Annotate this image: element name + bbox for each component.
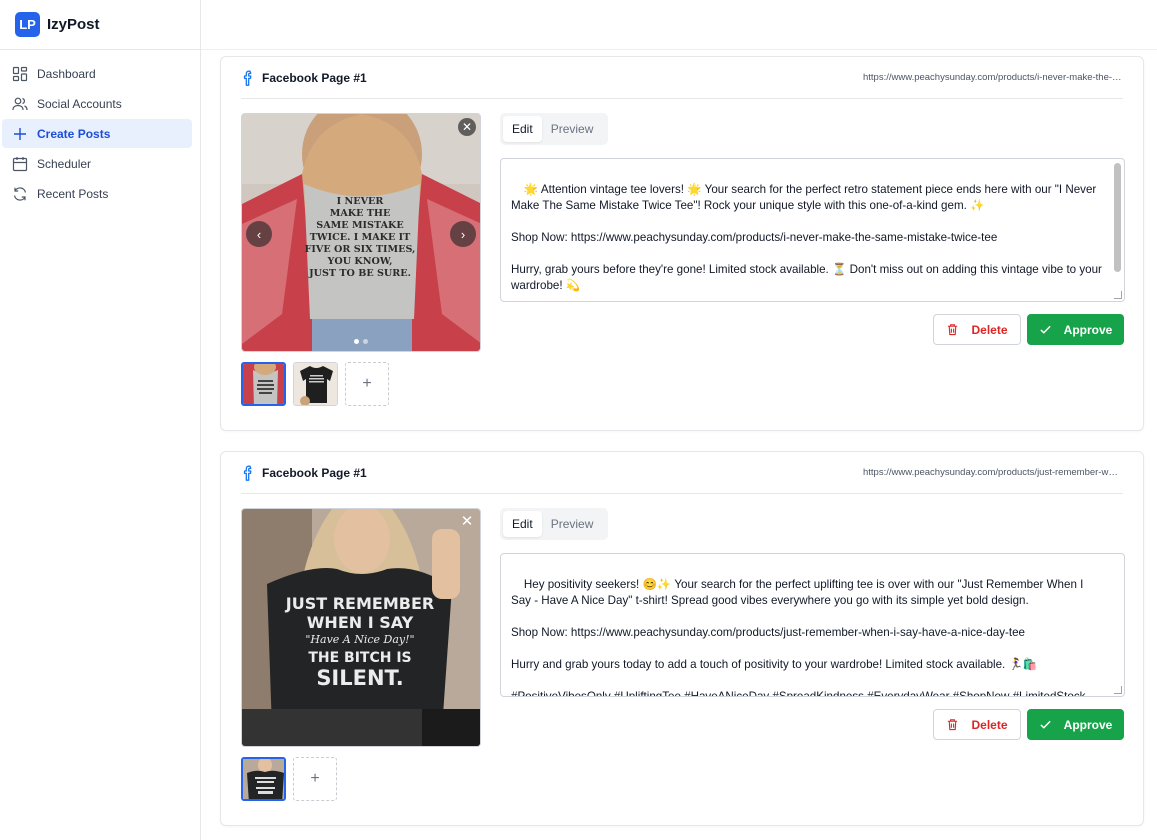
svg-text:FIVE OR SIX TIMES,: FIVE OR SIX TIMES,	[305, 244, 416, 255]
product-photo-grey-tee: I NEVER MAKE THE SAME MISTAKE TWICE. I M…	[242, 114, 480, 351]
users-icon	[12, 97, 28, 110]
post-main-image: I NEVER MAKE THE SAME MISTAKE TWICE. I M…	[241, 113, 481, 352]
check-icon	[1040, 720, 1051, 729]
product-url[interactable]: https://www.peachysunday.com/products/i-…	[863, 72, 1123, 83]
sidebar-item-label: Social Accounts	[37, 96, 122, 111]
post-card: Facebook Page #1 https://www.peachysunda…	[220, 451, 1144, 826]
svg-text:SAME MISTAKE: SAME MISTAKE	[316, 220, 403, 231]
sidebar-item-scheduler[interactable]: Scheduler	[2, 149, 192, 178]
dashboard-icon	[12, 66, 28, 81]
svg-text:I NEVER: I NEVER	[337, 196, 385, 207]
edit-preview-tabs: Edit Preview	[500, 113, 608, 145]
calendar-icon	[12, 156, 28, 171]
delete-button[interactable]: Delete	[933, 314, 1021, 345]
svg-text:MAKE THE: MAKE THE	[330, 208, 391, 219]
sidebar-item-recent-posts[interactable]: Recent Posts	[2, 179, 192, 208]
sidebar-item-label: Create Posts	[37, 126, 111, 141]
approve-label: Approve	[1063, 322, 1113, 337]
resize-handle[interactable]	[1114, 686, 1122, 694]
sidebar-nav: Dashboard Social Accounts Create Posts S…	[0, 50, 200, 208]
svg-text:YOU KNOW,: YOU KNOW,	[327, 256, 393, 267]
svg-text:TWICE. I MAKE IT: TWICE. I MAKE IT	[310, 232, 411, 243]
tab-preview[interactable]: Preview	[542, 116, 603, 142]
remove-image-button[interactable]: ✕	[458, 512, 476, 530]
plus-icon	[14, 127, 26, 140]
add-image-button[interactable]: +	[293, 757, 337, 801]
post-card-header: Facebook Page #1 https://www.peachysunda…	[241, 452, 1123, 494]
carousel-dot[interactable]	[363, 339, 368, 344]
next-image-button[interactable]: ›	[450, 221, 476, 247]
thumbnail-strip: +	[241, 362, 389, 406]
app-logo: LP	[15, 12, 40, 37]
prev-image-button[interactable]: ‹	[246, 221, 272, 247]
svg-text:"Have A Nice Day!": "Have A Nice Day!"	[305, 633, 414, 646]
approve-label: Approve	[1063, 717, 1113, 732]
svg-text:SILENT.: SILENT.	[316, 666, 403, 690]
sidebar-item-label: Scheduler	[37, 156, 92, 171]
product-url[interactable]: https://www.peachysunday.com/products/ju…	[863, 467, 1123, 478]
tab-edit[interactable]: Edit	[503, 116, 542, 142]
thumbnail-black-tee[interactable]	[293, 362, 338, 406]
thumbnail-black-tee[interactable]	[241, 757, 286, 801]
remove-image-button[interactable]: ✕	[458, 118, 476, 136]
page-label: Facebook Page #1	[241, 465, 367, 481]
post-text-input[interactable]: 🌟 Attention vintage tee lovers! 🌟 Your s…	[500, 158, 1125, 302]
page-name: Facebook Page #1	[262, 465, 367, 480]
page-label: Facebook Page #1	[241, 70, 367, 86]
app-name: IzyPost	[47, 16, 100, 33]
sidebar: LP IzyPost Dashboard Social Accounts Cre…	[0, 0, 201, 840]
check-icon	[1040, 325, 1051, 334]
post-card-header: Facebook Page #1 https://www.peachysunda…	[241, 57, 1123, 99]
textarea-scrollbar[interactable]	[1114, 163, 1121, 272]
delete-label: Delete	[971, 717, 1008, 732]
sidebar-item-dashboard[interactable]: Dashboard	[2, 59, 192, 88]
delete-label: Delete	[971, 322, 1008, 337]
carousel-dot[interactable]	[354, 339, 359, 344]
svg-text:THE BITCH IS: THE BITCH IS	[308, 650, 411, 666]
svg-text:JUST REMEMBER: JUST REMEMBER	[285, 594, 434, 613]
approve-button[interactable]: Approve	[1027, 314, 1124, 345]
trash-icon	[948, 719, 958, 731]
thumbnail-strip: +	[241, 757, 337, 801]
delete-button[interactable]: Delete	[933, 709, 1021, 740]
facebook-icon	[243, 465, 252, 481]
post-text: 🌟 Attention vintage tee lovers! 🌟 Your s…	[511, 183, 1102, 292]
edit-preview-tabs: Edit Preview	[500, 508, 608, 540]
tab-preview[interactable]: Preview	[542, 511, 603, 537]
post-main-image: JUST REMEMBER WHEN I SAY "Have A Nice Da…	[241, 508, 481, 747]
svg-text:JUST TO BE SURE.: JUST TO BE SURE.	[308, 268, 411, 279]
approve-button[interactable]: Approve	[1027, 709, 1124, 740]
facebook-icon	[243, 70, 252, 86]
product-photo-black-tee: JUST REMEMBER WHEN I SAY "Have A Nice Da…	[242, 509, 480, 746]
resize-handle[interactable]	[1114, 291, 1122, 299]
sidebar-item-label: Recent Posts	[37, 186, 109, 201]
sidebar-item-create-posts[interactable]: Create Posts	[2, 119, 192, 148]
refresh-icon	[13, 186, 27, 201]
sidebar-item-label: Dashboard	[37, 66, 96, 81]
top-bar	[201, 0, 1157, 50]
post-text-input[interactable]: Hey positivity seekers! 😊✨ Your search f…	[500, 553, 1125, 697]
post-card: Facebook Page #1 https://www.peachysunda…	[220, 56, 1144, 431]
add-image-button[interactable]: +	[345, 362, 389, 406]
thumbnail-grey-tee[interactable]	[241, 362, 286, 406]
sidebar-item-social-accounts[interactable]: Social Accounts	[2, 89, 192, 118]
post-text: Hey positivity seekers! 😊✨ Your search f…	[511, 578, 1086, 697]
brand[interactable]: LP IzyPost	[0, 0, 200, 50]
carousel-dots	[242, 339, 480, 344]
tab-edit[interactable]: Edit	[503, 511, 542, 537]
page-name: Facebook Page #1	[262, 70, 367, 85]
svg-text:WHEN I SAY: WHEN I SAY	[307, 613, 414, 632]
trash-icon	[948, 324, 958, 336]
